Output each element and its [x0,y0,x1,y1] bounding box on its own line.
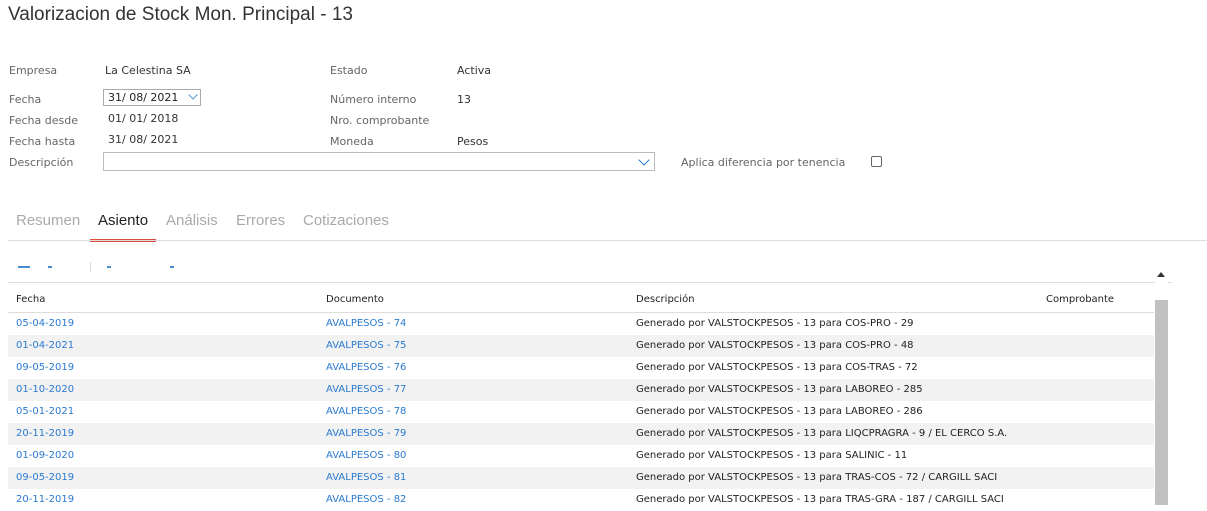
descripcion-cell: Generado por VALSTOCKPESOS - 13 para SAL… [636,450,908,461]
documento-link[interactable]: AVALPESOS - 76 [326,362,406,373]
fecha-desde-value: 01/ 01/ 2018 [108,112,179,125]
documento-link[interactable]: AVALPESOS - 79 [326,428,406,439]
moneda-label: Moneda [330,135,374,148]
fecha-label: Fecha [9,93,42,106]
fecha-value: 31/ 08/ 2021 [108,91,179,104]
descripcion-label: Descripción [9,156,74,169]
table-body: 05-04-2019 AVALPESOS - 74 Generado por V… [8,313,1154,511]
toolbar-button-icon[interactable] [48,266,52,268]
numero-interno-label: Número interno [330,93,417,106]
fecha-link[interactable]: 20-11-2019 [16,494,74,505]
table-row: 20-11-2019 AVALPESOS - 82 Generado por V… [8,489,1154,511]
tab-cotizaciones[interactable]: Cotizaciones [295,212,397,239]
table-row: 09-05-2019 AVALPESOS - 81 Generado por V… [8,467,1154,489]
moneda-value: Pesos [457,135,489,148]
fecha-link[interactable]: 20-11-2019 [16,428,74,439]
fecha-link[interactable]: 01-04-2021 [16,340,74,351]
descripcion-cell: Generado por VALSTOCKPESOS - 13 para TRA… [636,472,998,483]
toolbar-divider [90,262,91,272]
fecha-link[interactable]: 09-05-2019 [16,362,74,373]
documento-link[interactable]: AVALPESOS - 75 [326,340,406,351]
descripcion-cell: Generado por VALSTOCKPESOS - 13 para COS… [636,362,918,373]
documento-link[interactable]: AVALPESOS - 80 [326,450,406,461]
fecha-desde-label: Fecha desde [9,114,78,127]
table-row: 20-11-2019 AVALPESOS - 79 Generado por V… [8,423,1154,445]
aplica-diferencia-checkbox[interactable] [871,156,882,167]
descripcion-cell: Generado por VALSTOCKPESOS - 13 para COS… [636,318,914,329]
fecha-hasta-value: 31/ 08/ 2021 [108,133,179,146]
toolbar-divider [8,282,1172,283]
tab-analisis[interactable]: Análisis [158,212,226,239]
estado-value: Activa [457,64,491,77]
fecha-hasta-label: Fecha hasta [9,135,76,148]
fecha-datepicker[interactable]: 31/ 08/ 2021 [103,89,201,106]
column-header-comprobante[interactable]: Comprobante [1046,294,1114,305]
table-row: 01-10-2020 AVALPESOS - 77 Generado por V… [8,379,1154,401]
scroll-up-arrow-icon[interactable] [1157,272,1165,277]
toolbar-button-icon[interactable] [107,266,111,268]
fecha-link[interactable]: 01-09-2020 [16,450,74,461]
table-row: 01-09-2020 AVALPESOS - 80 Generado por V… [8,445,1154,467]
scrollbar-thumb[interactable] [1155,300,1168,505]
descripcion-cell: Generado por VALSTOCKPESOS - 13 para LAB… [636,406,923,417]
descripcion-cell: Generado por VALSTOCKPESOS - 13 para COS… [636,340,914,351]
estado-label: Estado [330,64,368,77]
fecha-link[interactable]: 05-01-2021 [16,406,74,417]
documento-link[interactable]: AVALPESOS - 78 [326,406,406,417]
documento-link[interactable]: AVALPESOS - 74 [326,318,406,329]
table-row: 05-01-2021 AVALPESOS - 78 Generado por V… [8,401,1154,423]
table-row: 09-05-2019 AVALPESOS - 76 Generado por V… [8,357,1154,379]
column-header-descripcion[interactable]: Descripción [636,294,695,305]
chevron-down-icon[interactable] [188,90,198,100]
fecha-link[interactable]: 05-04-2019 [16,318,74,329]
column-header-fecha[interactable]: Fecha [16,294,45,305]
documento-link[interactable]: AVALPESOS - 82 [326,494,406,505]
descripcion-select[interactable] [103,152,655,171]
empresa-label: Empresa [9,64,58,77]
toolbar-button-icon[interactable] [18,266,30,268]
aplica-diferencia-label: Aplica diferencia por tenencia [681,156,846,169]
toolbar-button-icon[interactable] [170,266,174,268]
numero-interno-value: 13 [457,93,471,106]
tabs-divider [8,240,1207,241]
chevron-down-icon[interactable] [638,154,650,166]
documento-link[interactable]: AVALPESOS - 77 [326,384,406,395]
documento-link[interactable]: AVALPESOS - 81 [326,472,406,483]
descripcion-cell: Generado por VALSTOCKPESOS - 13 para LAB… [636,384,923,395]
empresa-value: La Celestina SA [105,64,191,77]
tab-asiento[interactable]: Asiento [90,212,157,242]
nro-comprobante-label: Nro. comprobante [330,114,430,127]
table-row: 05-04-2019 AVALPESOS - 74 Generado por V… [8,313,1154,335]
page-title: Valorizacion de Stock Mon. Principal - 1… [8,4,353,25]
tab-errores[interactable]: Errores [228,212,293,239]
fecha-link[interactable]: 09-05-2019 [16,472,74,483]
column-header-documento[interactable]: Documento [326,294,384,305]
fecha-link[interactable]: 01-10-2020 [16,384,74,395]
descripcion-cell: Generado por VALSTOCKPESOS - 13 para LIQ… [636,428,1008,439]
tab-resumen[interactable]: Resumen [8,212,88,239]
table-row: 01-04-2021 AVALPESOS - 75 Generado por V… [8,335,1154,357]
descripcion-cell: Generado por VALSTOCKPESOS - 13 para TRA… [636,494,1004,505]
